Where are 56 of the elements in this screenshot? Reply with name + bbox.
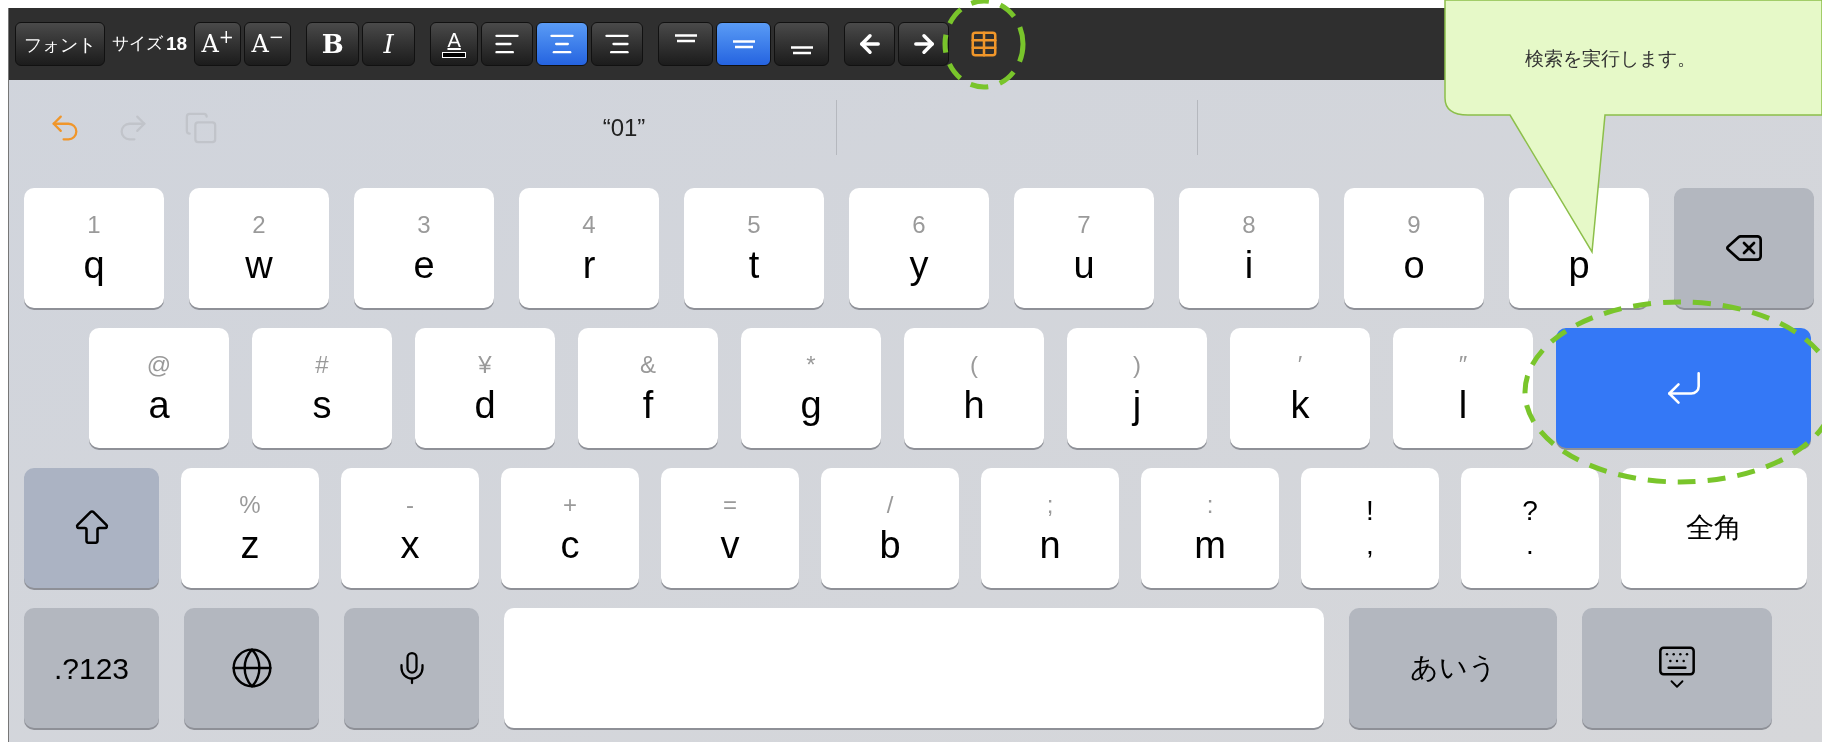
letter-key[interactable]: ( h [904, 328, 1044, 448]
letter-key[interactable]: 8 i [1179, 188, 1319, 308]
punctuation-key[interactable]: ? . [1461, 468, 1599, 588]
globe-key[interactable] [184, 608, 319, 728]
vertical-align-icon [674, 33, 697, 43]
move-left-button[interactable] [844, 22, 896, 66]
letter-key[interactable]: @ a [89, 328, 229, 448]
letter-key[interactable]: ″ l [1393, 328, 1533, 448]
font-size-button[interactable]: A$^{+}$ [194, 22, 242, 66]
text-color-button[interactable]: A [430, 22, 479, 66]
font-size-button[interactable]: A$^{−}$ [244, 22, 292, 66]
bold-button[interactable]: B [306, 22, 360, 66]
vertical-align-button[interactable] [774, 22, 830, 66]
align-button[interactable] [481, 22, 534, 66]
letter-key[interactable]: 2 w [189, 188, 329, 308]
numbers-key[interactable]: .?123 [24, 608, 159, 728]
letter-key[interactable]: & f [578, 328, 718, 448]
letter-key[interactable]: p [1509, 188, 1649, 308]
punctuation-key[interactable]: ! , [1301, 468, 1439, 588]
italic-button[interactable]: I [362, 22, 416, 66]
full-width-key[interactable]: 全角 [1621, 468, 1807, 588]
letter-key[interactable]: = v [661, 468, 799, 588]
backspace-key[interactable] [1674, 188, 1814, 308]
letter-key[interactable]: ) j [1067, 328, 1207, 448]
letter-key[interactable]: 4 r [519, 188, 659, 308]
size-label: サイズ [112, 32, 163, 56]
letter-key[interactable]: ; n [981, 468, 1119, 588]
letter-key[interactable]: 6 y [849, 188, 989, 308]
letter-key[interactable]: ′ k [1230, 328, 1370, 448]
vertical-align-icon [732, 39, 755, 49]
letter-key[interactable]: ¥ d [415, 328, 555, 448]
vertical-align-icon [790, 45, 813, 55]
vertical-align-button[interactable] [658, 22, 714, 66]
align-button[interactable] [591, 22, 644, 66]
vertical-align-button[interactable] [716, 22, 772, 66]
letter-key[interactable]: * g [741, 328, 881, 448]
letter-key[interactable]: + c [501, 468, 639, 588]
callout-text: 検索を実行します。 [1525, 46, 1696, 71]
align-button[interactable] [536, 22, 589, 66]
suggestion-candidate[interactable]: “01” [509, 109, 739, 146]
letter-key[interactable]: 5 t [684, 188, 824, 308]
move-right-button[interactable] [898, 22, 950, 66]
letter-key[interactable]: : m [1141, 468, 1279, 588]
letter-key[interactable]: 1 q [24, 188, 164, 308]
kana-key[interactable]: あいう [1349, 608, 1557, 728]
hide-keyboard-key[interactable] [1582, 608, 1772, 728]
letter-key[interactable]: - x [341, 468, 479, 588]
letter-key[interactable]: 7 u [1014, 188, 1154, 308]
font-button[interactable]: フォント [15, 22, 105, 66]
letter-key[interactable]: % z [181, 468, 319, 588]
letter-key[interactable]: 3 e [354, 188, 494, 308]
size-value: 18 [166, 31, 188, 56]
table-icon [969, 29, 1000, 59]
letter-key[interactable]: # s [252, 328, 392, 448]
letter-key[interactable]: / b [821, 468, 959, 588]
letter-key[interactable]: 9 o [1344, 188, 1484, 308]
